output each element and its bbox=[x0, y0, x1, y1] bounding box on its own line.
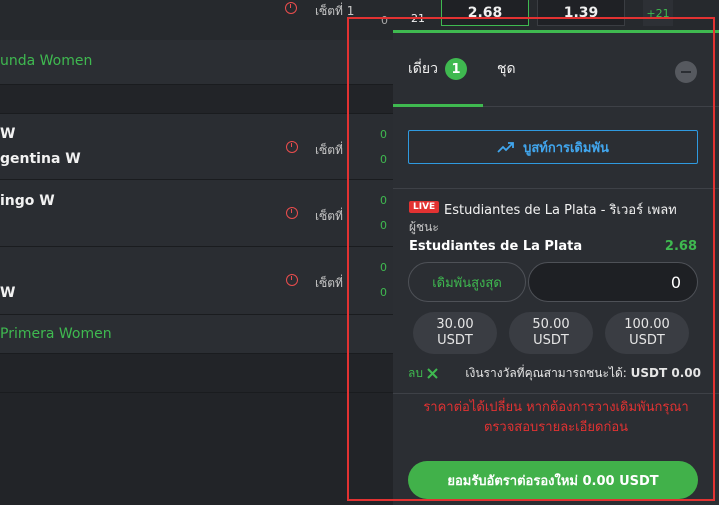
score-home: 0 bbox=[380, 261, 387, 274]
clock-icon bbox=[286, 274, 298, 286]
warning-line: ราคาต่อได้เปลี่ยน หากต้องการวางเดิมพันกร… bbox=[423, 400, 689, 415]
team-away: W bbox=[0, 285, 16, 301]
league-name: unda Women bbox=[0, 53, 93, 69]
clock-icon bbox=[286, 207, 298, 219]
quick-currency: USDT bbox=[533, 333, 569, 348]
clock-icon bbox=[285, 2, 297, 14]
accept-new-odds-button[interactable]: ยอมรับอัตราต่อรองใหม่ 0.00 USDT bbox=[408, 461, 698, 499]
divider bbox=[393, 188, 719, 189]
spacer-row bbox=[0, 393, 393, 505]
quick-amount: 100.00 bbox=[624, 317, 670, 332]
match-row[interactable]: W เซ็ตที่ 0 0 bbox=[0, 247, 393, 315]
league-header[interactable]: unda Women bbox=[0, 40, 393, 85]
quick-currency: USDT bbox=[629, 333, 665, 348]
possible-win-label: เงินรางวัลที่คุณสามารถชนะได้: bbox=[465, 366, 627, 380]
single-count-badge: 1 bbox=[445, 58, 467, 80]
league-header[interactable]: Primera Women bbox=[0, 315, 393, 354]
stake-input[interactable] bbox=[528, 262, 698, 302]
odds-changed-warning: ราคาต่อได้เปลี่ยน หากต้องการวางเดิมพันกร… bbox=[403, 398, 709, 438]
team-home: W bbox=[0, 126, 16, 142]
more-markets-button[interactable]: +21 bbox=[643, 0, 673, 26]
quick-amount: 30.00 bbox=[436, 317, 474, 332]
possible-win-value: USDT 0.00 bbox=[630, 366, 701, 380]
clear-label: ลบ bbox=[408, 366, 423, 380]
spacer-row bbox=[0, 85, 393, 114]
tab-combo[interactable]: ชุด bbox=[497, 58, 516, 80]
collapse-button[interactable] bbox=[675, 61, 697, 83]
quick-stake-100-button[interactable]: 100.00 USDT bbox=[605, 312, 689, 354]
match-row[interactable]: ingo W เซ็ตที่ 0 0 bbox=[0, 180, 393, 247]
score-home: 0 bbox=[380, 128, 387, 141]
odds-home-button[interactable]: 2.68 bbox=[441, 0, 529, 26]
quick-amount: 50.00 bbox=[532, 317, 570, 332]
close-icon bbox=[427, 368, 438, 379]
match-title[interactable]: Estudiantes de La Plata - ริเวอร์ เพลท bbox=[444, 199, 677, 220]
set-label: เซ็ตที่ bbox=[315, 209, 343, 223]
team-away: gentina W bbox=[0, 151, 81, 167]
score-away: 0 bbox=[380, 219, 387, 232]
clock-icon bbox=[286, 141, 298, 153]
selection-name: Estudiantes de La Plata bbox=[409, 239, 583, 254]
quick-stake-50-button[interactable]: 50.00 USDT bbox=[509, 312, 593, 354]
boost-label: บูสท์การเดิมพัน bbox=[523, 140, 609, 156]
live-badge: LIVE bbox=[409, 201, 440, 213]
set-label: เซ็ตที่ bbox=[315, 143, 343, 157]
spacer-row bbox=[0, 354, 393, 393]
warning-line: ตรวจสอบรายละเอียดก่อน bbox=[483, 420, 629, 435]
score-away: 0 bbox=[380, 286, 387, 299]
market-name: ผู้ชนะ bbox=[409, 220, 439, 234]
league-name: Primera Women bbox=[0, 326, 112, 342]
trending-up-icon bbox=[497, 142, 514, 153]
score-home: 0 bbox=[380, 194, 387, 207]
event-list: unda Women W gentina W เซ็ตที่ 0 0 ingo … bbox=[0, 40, 393, 505]
selection-odds: 2.68 bbox=[664, 239, 697, 254]
minus-icon bbox=[681, 71, 691, 73]
quick-currency: USDT bbox=[437, 333, 473, 348]
possible-win: เงินรางวัลที่คุณสามารถชนะได้: USDT 0.00 bbox=[465, 364, 701, 383]
clear-button[interactable]: ลบ bbox=[408, 364, 438, 383]
set-label: เซ็ตที่ bbox=[315, 276, 343, 290]
divider bbox=[393, 393, 719, 394]
match-row[interactable]: W gentina W เซ็ตที่ 0 0 bbox=[0, 114, 393, 180]
quick-stake-30-button[interactable]: 30.00 USDT bbox=[413, 312, 497, 354]
bet-slip: เดี่ยว 1 ชุด บูสท์การเดิมพัน LIVE Estudi… bbox=[393, 30, 719, 505]
set-label: เซ็ตที่ 1 bbox=[315, 4, 355, 18]
team-home: ingo W bbox=[0, 193, 55, 209]
odds-away-button[interactable]: 1.39 bbox=[537, 0, 625, 26]
score-value: 21 bbox=[411, 12, 425, 25]
score-left: 0 bbox=[381, 14, 388, 27]
score-away: 0 bbox=[380, 153, 387, 166]
boost-bet-button[interactable]: บูสท์การเดิมพัน bbox=[408, 130, 698, 164]
tab-single[interactable]: เดี่ยว bbox=[408, 58, 438, 80]
active-tab-indicator bbox=[393, 104, 483, 107]
max-bet-button[interactable]: เดิมพันสูงสุด bbox=[408, 262, 526, 302]
